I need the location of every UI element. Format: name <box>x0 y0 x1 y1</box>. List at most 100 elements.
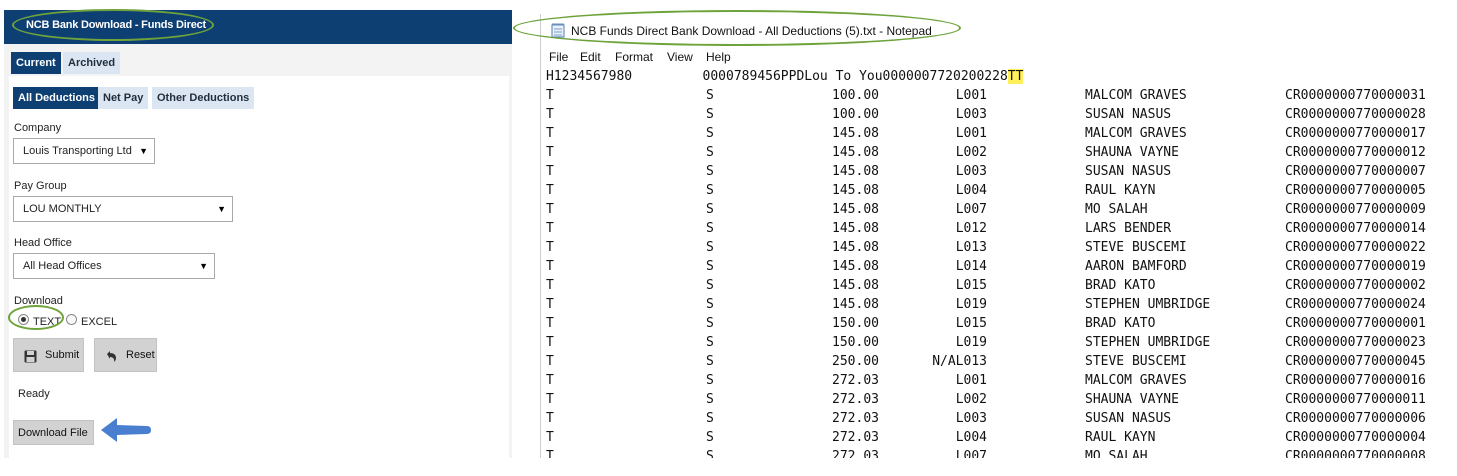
cell-amount: 145.08 <box>832 164 879 179</box>
cell-amount: 145.08 <box>832 183 879 198</box>
menu-edit[interactable]: Edit <box>580 50 601 64</box>
table-row: T S 145.08 L004 RAUL KAYN CR0000000770000005 <box>541 183 1457 202</box>
menu-format[interactable]: Format <box>615 50 653 64</box>
cell-employee-name: RAUL KAYN <box>1085 430 1156 445</box>
subtab-all-deductions[interactable]: All Deductions <box>13 87 101 109</box>
cell-type-code: T <box>546 164 554 179</box>
cell-flag: S <box>706 259 714 274</box>
table-row: T S 145.08 L015 BRAD KATO CR0000000770000002 <box>541 278 1457 297</box>
cell-employee-name: AARON BAMFORD <box>1085 259 1187 274</box>
cell-type-code: T <box>546 88 554 103</box>
cell-type-code: T <box>546 449 554 458</box>
reset-button[interactable]: Reset <box>94 338 157 372</box>
cell-type-code: T <box>546 259 554 274</box>
cell-reference: CR0000000770000009 <box>1285 202 1426 217</box>
cell-account-code: L004 <box>955 430 987 445</box>
cell-type-code: T <box>546 278 554 293</box>
table-row: T S 150.00 L019 STEPHEN UMBRIDGE CR0000000770… <box>541 335 1457 354</box>
cell-reference: CR0000000770000012 <box>1285 145 1426 160</box>
cell-employee-name: MO SALAH <box>1085 449 1148 458</box>
header-highlight: TT <box>1007 69 1024 84</box>
cell-reference: CR0000000770000024 <box>1285 297 1426 312</box>
table-row: T S 145.08 L013 STEVE BUSCEMI CR0000000770000… <box>541 240 1457 259</box>
cell-employee-name: RAUL KAYN <box>1085 183 1156 198</box>
cell-account-code: L004 <box>955 183 987 198</box>
table-row: T S 145.08 L001 MALCOM GRAVES CR0000000770000… <box>541 126 1457 145</box>
cell-reference: CR0000000770000016 <box>1285 373 1426 388</box>
cell-reference: CR0000000770000004 <box>1285 430 1426 445</box>
menu-file[interactable]: File <box>549 50 568 64</box>
cell-reference: CR0000000770000014 <box>1285 221 1426 236</box>
tab-archived[interactable]: Archived <box>63 52 121 74</box>
cell-flag: S <box>706 240 714 255</box>
chevron-down-icon: ▼ <box>199 261 208 271</box>
table-row: T S 272.03 L003 SUSAN NASUS CR000000077000000… <box>541 411 1457 430</box>
company-select[interactable]: Louis Transporting Ltd ▼ <box>13 138 155 164</box>
subtab-net-pay[interactable]: Net Pay <box>98 87 149 109</box>
cell-account-code: L001 <box>955 88 987 103</box>
cell-type-code: T <box>546 107 554 122</box>
cell-flag: S <box>706 335 714 350</box>
cell-amount: 150.00 <box>832 335 879 350</box>
cell-amount: 272.03 <box>832 449 879 458</box>
menu-view[interactable]: View <box>667 50 693 64</box>
cell-amount: 145.08 <box>832 278 879 293</box>
cell-account-code: L015 <box>955 316 987 331</box>
annotation-ring-title <box>12 9 214 41</box>
cell-account-code: L003 <box>955 107 987 122</box>
cell-employee-name: SHAUNA VAYNE <box>1085 392 1179 407</box>
cell-amount: 145.08 <box>832 221 879 236</box>
cell-employee-name: SHAUNA VAYNE <box>1085 145 1179 160</box>
head-office-value: All Head Offices <box>23 260 102 272</box>
radio-excel-label: EXCEL <box>81 316 118 328</box>
cell-flag: S <box>706 202 714 217</box>
download-file-button[interactable]: Download File <box>13 420 94 445</box>
cell-flag: S <box>706 164 714 179</box>
table-row: T S 145.08 L003 SUSAN NASUS CR000000077000000… <box>541 164 1457 183</box>
submit-label: Submit <box>45 349 80 361</box>
cell-account-code: L003 <box>955 411 987 426</box>
table-row: T S 150.00 L015 BRAD KATO CR0000000770000001 <box>541 316 1457 335</box>
menu-help[interactable]: Help <box>706 50 731 64</box>
cell-flag: S <box>706 449 714 458</box>
company-label: Company <box>14 122 62 134</box>
chevron-down-icon: ▼ <box>217 204 226 214</box>
cell-reference: CR0000000770000008 <box>1285 449 1426 458</box>
subtab-other-deductions[interactable]: Other Deductions <box>152 87 255 109</box>
cell-reference: CR0000000770000005 <box>1285 183 1426 198</box>
pay-group-value: LOU MONTHLY <box>23 203 102 215</box>
cell-type-code: T <box>546 354 554 369</box>
cell-flag: S <box>706 278 714 293</box>
tab-current[interactable]: Current <box>11 52 61 74</box>
table-row: T S 145.08 L007 MO SALAH CR0000000770000009 <box>541 202 1457 221</box>
cell-employee-name: MO SALAH <box>1085 202 1148 217</box>
cell-type-code: T <box>546 316 554 331</box>
notepad-text-area[interactable]: H1234567980 0000789456PPDLou To You00000… <box>541 67 1457 458</box>
radio-excel[interactable] <box>66 314 77 325</box>
cell-amount: 100.00 <box>832 88 879 103</box>
cell-employee-name: MALCOM GRAVES <box>1085 88 1187 103</box>
table-row: T S 145.08 L002 SHAUNA VAYNE CR00000007700000… <box>541 145 1457 164</box>
cell-account-code: L007 <box>955 449 987 458</box>
pay-group-select[interactable]: LOU MONTHLY ▼ <box>13 196 233 222</box>
cell-reference: CR0000000770000002 <box>1285 278 1426 293</box>
cell-employee-name: STEVE BUSCEMI <box>1085 240 1187 255</box>
table-row: T S 145.08 L012 LARS BENDER CR000000077000001… <box>541 221 1457 240</box>
cell-account-code: L012 <box>955 221 987 236</box>
notepad-titlebar: NCB Funds Direct Bank Download - All Ded… <box>513 10 1457 46</box>
cell-flag: S <box>706 430 714 445</box>
annotation-ring-text <box>8 305 64 330</box>
cell-flag: S <box>706 297 714 312</box>
header-tail: 8 <box>999 69 1008 84</box>
cell-flag: S <box>706 316 714 331</box>
submit-button[interactable]: Submit <box>13 338 84 372</box>
cell-employee-name: BRAD KATO <box>1085 316 1156 331</box>
head-office-select[interactable]: All Head Offices ▼ <box>13 253 215 279</box>
cell-employee-name: STEPHEN UMBRIDGE <box>1085 297 1211 312</box>
table-row: T S 272.03 L001 MALCOM GRAVES CR0000000770000… <box>541 373 1457 392</box>
cell-flag: S <box>706 183 714 198</box>
cell-account-code: L013 <box>955 240 987 255</box>
cell-flag: S <box>706 145 714 160</box>
cell-amount: 272.03 <box>832 392 879 407</box>
cell-flag: S <box>706 354 714 369</box>
